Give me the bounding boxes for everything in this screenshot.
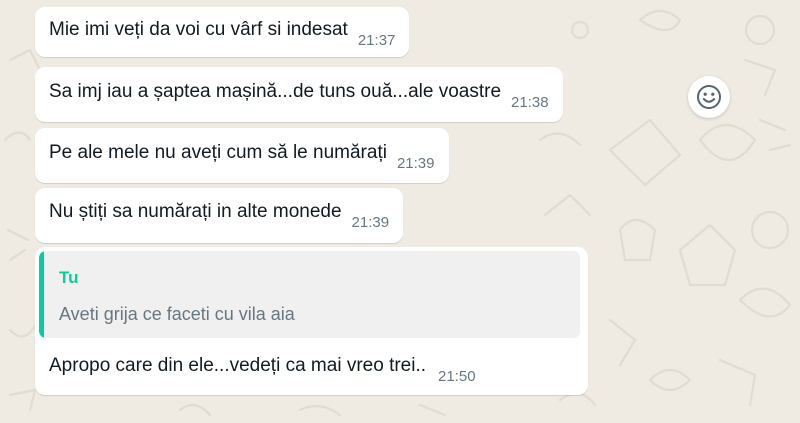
- reply-text-row: Apropo care din ele...vedeți ca mai vreo…: [49, 355, 476, 385]
- message-time: 21:39: [351, 214, 390, 231]
- message-bubble[interactable]: Pe ale mele nu aveți cum să le numărați 2…: [35, 128, 449, 183]
- message-time: 21:39: [396, 155, 435, 172]
- message-time: 21:37: [357, 32, 396, 49]
- message-text: Mie imi veți da voi cu vârf si indesat: [49, 19, 348, 40]
- chat-messages: Mie imi veți da voi cu vârf si indesat 21…: [0, 0, 800, 423]
- message-bubble[interactable]: Mie imi veți da voi cu vârf si indesat 21…: [35, 7, 410, 57]
- message-bubble[interactable]: Sa imj iau a șaptea mașină...de tuns ouă…: [35, 67, 563, 122]
- message-bubble[interactable]: Nu știți sa numărați in alte monede 21:39: [35, 188, 404, 243]
- quoted-text: Aveti grija ce faceti cu vila aia: [59, 304, 295, 324]
- reply-message-bubble[interactable]: Tu Aveti grija ce faceti cu vila aia Apr…: [35, 247, 588, 395]
- quoted-author: Tu: [59, 268, 79, 287]
- message-text: Nu știți sa numărați in alte monede: [49, 201, 342, 222]
- message-text: Apropo care din ele...vedeți ca mai vreo…: [49, 355, 427, 376]
- quoted-message[interactable]: Tu Aveti grija ce faceti cu vila aia: [39, 251, 580, 338]
- message-text: Sa imj iau a șaptea mașină...de tuns ouă…: [49, 81, 502, 102]
- message-text: Pe ale mele nu aveți cum să le numărați: [49, 142, 387, 163]
- message-time: 21:50: [438, 368, 476, 385]
- smiley-icon: [697, 85, 721, 109]
- message-time: 21:38: [511, 94, 549, 111]
- react-button[interactable]: [688, 76, 730, 118]
- quote-accent-bar: [39, 251, 44, 338]
